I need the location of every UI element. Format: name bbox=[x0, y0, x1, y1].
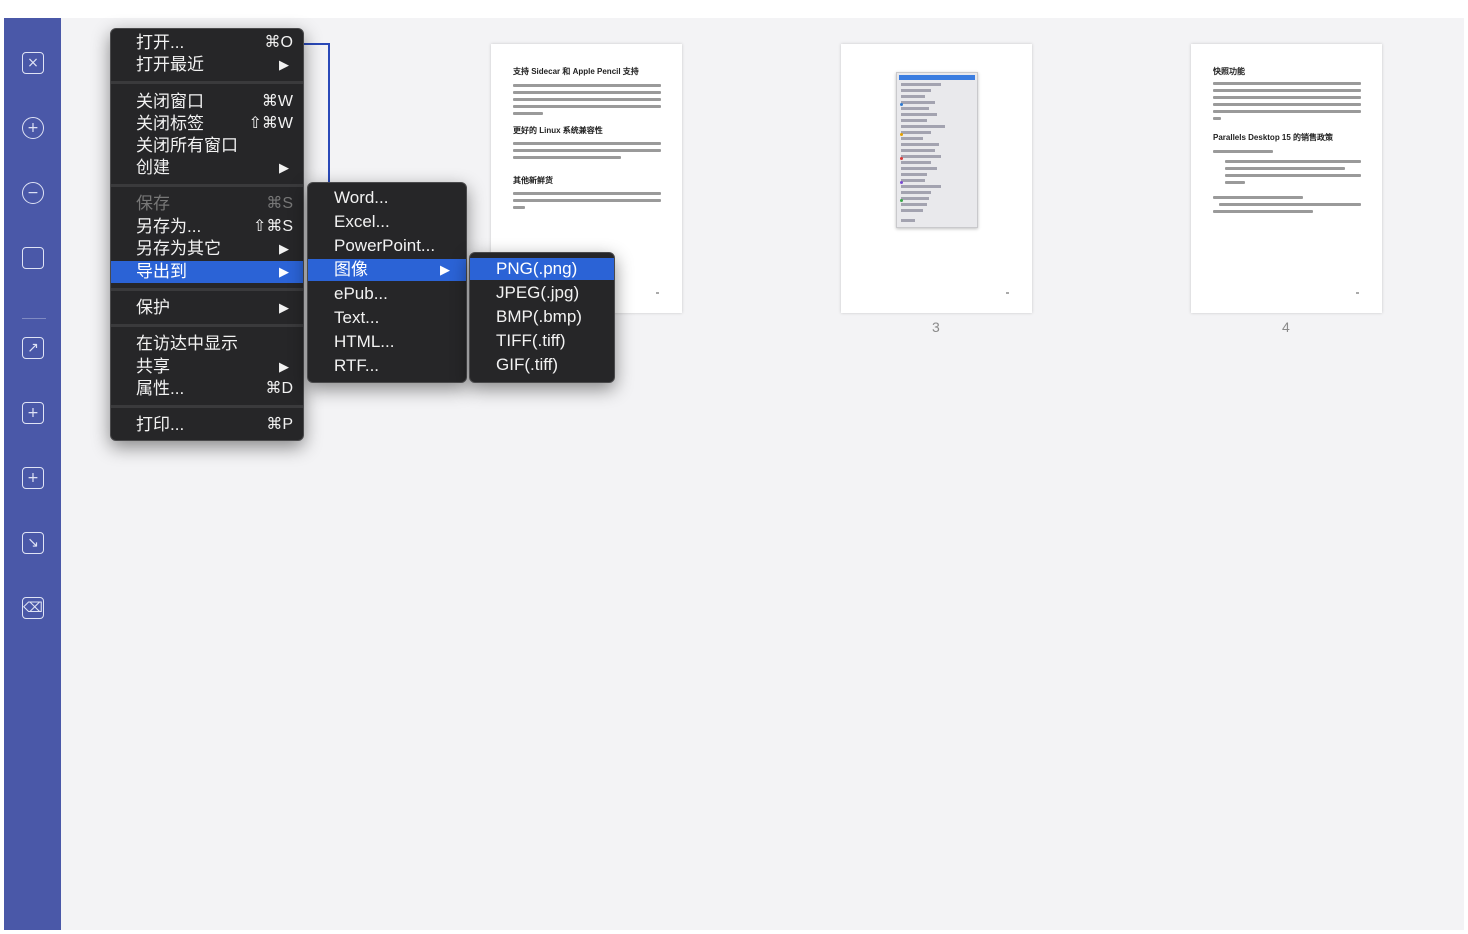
menu-item-save-as-other[interactable]: 另存为其它 ▶ bbox=[111, 238, 303, 260]
file-menu: 打开... ⌘O 打开最近 ▶ 关闭窗口 ⌘W 关闭标签 ⇧⌘W 关闭所有窗口 … bbox=[110, 28, 304, 441]
menu-item-export-text[interactable]: Text... bbox=[308, 307, 466, 329]
menu-item-export-html[interactable]: HTML... bbox=[308, 331, 466, 353]
submenu-arrow-icon: ▶ bbox=[279, 300, 289, 315]
insert-page-icon[interactable]: + bbox=[22, 402, 44, 424]
menu-item-close-tab[interactable]: 关闭标签 ⇧⌘W bbox=[111, 113, 303, 135]
submenu-arrow-icon: ▶ bbox=[279, 264, 289, 279]
page-heading: 其他新鲜货 bbox=[513, 176, 553, 185]
text-line bbox=[1225, 160, 1361, 163]
close-doc-icon[interactable]: × bbox=[22, 52, 44, 74]
text-line bbox=[1225, 181, 1245, 184]
page-icon[interactable] bbox=[22, 247, 44, 269]
menu-item-jpeg[interactable]: JPEG(.jpg) bbox=[470, 282, 614, 304]
page-number: 3 bbox=[932, 319, 940, 335]
text-line bbox=[1225, 174, 1361, 177]
menu-item-export-powerpoint[interactable]: PowerPoint... bbox=[308, 235, 466, 257]
submenu-arrow-icon: ▶ bbox=[279, 160, 289, 175]
menu-item-gif[interactable]: GIF(.tiff) bbox=[470, 354, 614, 376]
text-line bbox=[513, 98, 661, 101]
menu-separator bbox=[111, 405, 303, 408]
menu-item-show-in-finder[interactable]: 在访达中显示 bbox=[111, 333, 303, 355]
menu-separator bbox=[111, 288, 303, 291]
image-format-submenu: PNG(.png) JPEG(.jpg) BMP(.bmp) TIFF(.tif… bbox=[469, 252, 615, 383]
text-line bbox=[1213, 110, 1361, 113]
text-line bbox=[1219, 203, 1361, 206]
text-line bbox=[513, 199, 661, 202]
menu-item-print[interactable]: 打印... ⌘P bbox=[111, 414, 303, 436]
submenu-arrow-icon: ▶ bbox=[279, 241, 289, 256]
insert-folder-icon[interactable]: + bbox=[22, 467, 44, 489]
menu-item-close-all-windows[interactable]: 关闭所有窗口 bbox=[111, 135, 303, 157]
replace-page-icon[interactable]: ↘ bbox=[22, 532, 44, 554]
menu-item-export-word[interactable]: Word... bbox=[308, 187, 466, 209]
selected-page-border-right bbox=[328, 43, 330, 193]
text-line bbox=[1213, 150, 1273, 153]
menu-item-export-to[interactable]: 导出到 ▶ bbox=[111, 261, 303, 283]
text-line bbox=[1213, 210, 1313, 213]
context-menu-screenshot bbox=[896, 72, 978, 228]
zoom-in-icon[interactable]: + bbox=[22, 117, 44, 139]
menu-item-save[interactable]: 保存 ⌘S bbox=[111, 193, 303, 215]
menu-item-open[interactable]: 打开... ⌘O bbox=[111, 32, 303, 54]
page-footer-mark bbox=[1006, 292, 1009, 294]
page-heading: 支持 Sidecar 和 Apple Pencil 支持 bbox=[513, 67, 639, 76]
page-heading: 快照功能 bbox=[1213, 67, 1245, 76]
delete-page-icon[interactable]: ⌫ bbox=[22, 597, 44, 619]
menu-item-bmp[interactable]: BMP(.bmp) bbox=[470, 306, 614, 328]
page-thumbnail-4[interactable]: 快照功能 Parallels Desktop 15 的销售政策 bbox=[1191, 44, 1382, 313]
text-line bbox=[1213, 96, 1361, 99]
menu-item-tiff[interactable]: TIFF(.tiff) bbox=[470, 330, 614, 352]
extract-page-icon[interactable]: ↗ bbox=[22, 337, 44, 359]
menu-item-png[interactable]: PNG(.png) bbox=[470, 258, 614, 280]
text-line bbox=[513, 91, 661, 94]
menu-item-save-as[interactable]: 另存为... ⇧⌘S bbox=[111, 216, 303, 238]
export-submenu: Word... Excel... PowerPoint... 图像 ▶ ePub… bbox=[307, 182, 467, 383]
menu-item-open-recent[interactable]: 打开最近 ▶ bbox=[111, 54, 303, 76]
page-thumbnail-3[interactable] bbox=[841, 44, 1032, 313]
page-tools-sidebar: × + − ↗ + + ↘ ⌫ bbox=[4, 18, 61, 930]
selected-page-border bbox=[300, 43, 330, 45]
page-heading: Parallels Desktop 15 的销售政策 bbox=[1213, 133, 1334, 142]
text-line bbox=[1213, 117, 1221, 120]
menu-item-create[interactable]: 创建 ▶ bbox=[111, 157, 303, 179]
sidebar-divider bbox=[22, 318, 46, 319]
page-heading: 更好的 Linux 系统兼容性 bbox=[513, 126, 603, 135]
text-line bbox=[513, 105, 661, 108]
text-line bbox=[1213, 196, 1303, 199]
menu-separator bbox=[111, 184, 303, 187]
page-footer-mark bbox=[1356, 292, 1359, 294]
menu-item-close-window[interactable]: 关闭窗口 ⌘W bbox=[111, 91, 303, 113]
menu-item-export-epub[interactable]: ePub... bbox=[308, 283, 466, 305]
menu-item-export-image[interactable]: 图像 ▶ bbox=[308, 259, 466, 281]
text-line bbox=[513, 142, 661, 145]
text-line bbox=[513, 192, 661, 195]
page-footer-mark bbox=[656, 292, 659, 294]
text-line bbox=[513, 112, 543, 115]
text-line bbox=[513, 206, 525, 209]
text-line bbox=[513, 84, 661, 87]
submenu-arrow-icon: ▶ bbox=[279, 359, 289, 374]
text-line bbox=[1225, 167, 1345, 170]
menu-item-export-rtf[interactable]: RTF... bbox=[308, 355, 466, 377]
submenu-arrow-icon: ▶ bbox=[279, 57, 289, 72]
zoom-out-icon[interactable]: − bbox=[22, 182, 44, 204]
submenu-arrow-icon: ▶ bbox=[440, 262, 450, 277]
text-line bbox=[513, 149, 661, 152]
menu-item-export-excel[interactable]: Excel... bbox=[308, 211, 466, 233]
highlighted-item bbox=[899, 75, 975, 80]
page-number: 4 bbox=[1282, 319, 1290, 335]
menu-item-share[interactable]: 共享 ▶ bbox=[111, 356, 303, 378]
text-line bbox=[1213, 103, 1361, 106]
menu-item-protect[interactable]: 保护 ▶ bbox=[111, 297, 303, 319]
text-line bbox=[1213, 89, 1361, 92]
text-line bbox=[1213, 82, 1361, 85]
menu-separator bbox=[111, 324, 303, 327]
menu-item-properties[interactable]: 属性... ⌘D bbox=[111, 378, 303, 400]
menu-separator bbox=[111, 81, 303, 84]
text-line bbox=[513, 156, 621, 159]
